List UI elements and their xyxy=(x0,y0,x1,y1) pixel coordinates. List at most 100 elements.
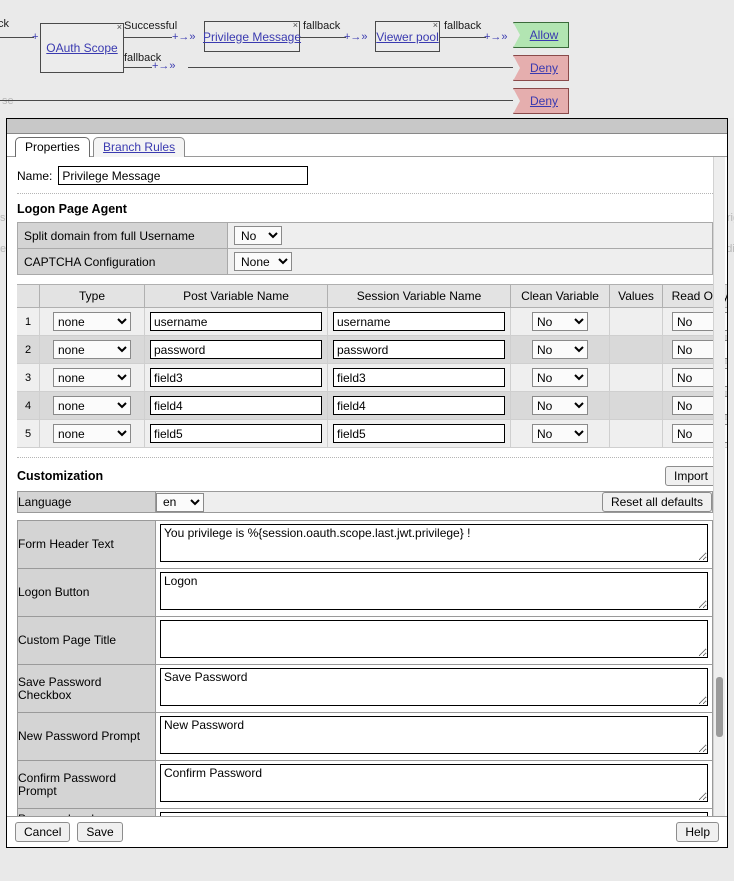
type-select-2[interactable]: none xyxy=(53,368,131,387)
field-label-4: New Password Prompt xyxy=(18,713,156,761)
row-clean-cell-0: No xyxy=(511,308,610,336)
session-variable-input-1[interactable] xyxy=(333,340,505,359)
clean-variable-select-4[interactable]: No xyxy=(532,424,588,443)
customization-language-row: Language en Reset all defaults xyxy=(18,492,713,513)
customization-field-row: Custom Page Title xyxy=(18,617,713,665)
row-type-cell-4: none xyxy=(40,420,145,448)
section-title-customization: Customization xyxy=(17,469,103,483)
help-button[interactable]: Help xyxy=(676,822,719,842)
col-values: Values xyxy=(610,285,663,308)
node-oauth-scope[interactable]: × OAuth Scope xyxy=(40,23,124,73)
plus-icon-1[interactable]: +→» xyxy=(172,32,196,42)
field-textarea-2[interactable] xyxy=(160,620,708,658)
agent-setting-label-1: CAPTCHA Configuration xyxy=(18,249,228,275)
tab-strip: Properties Branch Rules xyxy=(7,134,727,157)
type-select-4[interactable]: none xyxy=(53,424,131,443)
field-label-3: Save Password Checkbox xyxy=(18,665,156,713)
node-label-privilege-message: Privilege Message xyxy=(203,30,301,44)
session-variable-input-2[interactable] xyxy=(333,368,505,387)
agent-setting-row-captcha: CAPTCHA Configuration None xyxy=(18,249,713,275)
post-variable-input-0[interactable] xyxy=(150,312,322,331)
row-index-3: 4 xyxy=(17,392,40,420)
table-row: 2 none No No xyxy=(17,336,727,364)
row-values-cell-3 xyxy=(610,392,663,420)
close-icon-node-1[interactable]: × xyxy=(293,21,298,29)
field-textarea-5[interactable]: Confirm Password xyxy=(160,764,708,802)
row-values-cell-4 xyxy=(610,420,663,448)
post-variable-input-2[interactable] xyxy=(150,368,322,387)
field-value-cell-2 xyxy=(156,617,713,665)
name-row: Name: xyxy=(7,157,727,193)
vertical-scrollbar[interactable] xyxy=(713,157,725,816)
post-variable-input-4[interactable] xyxy=(150,424,322,443)
type-select-1[interactable]: none xyxy=(53,340,131,359)
scrollbar-thumb[interactable] xyxy=(716,677,723,737)
type-select-0[interactable]: none xyxy=(53,312,131,331)
post-variable-input-3[interactable] xyxy=(150,396,322,415)
language-label: Language xyxy=(18,492,156,513)
customization-header: Customization Import xyxy=(7,458,727,491)
session-variable-input-0[interactable] xyxy=(333,312,505,331)
row-session-cell-0 xyxy=(328,308,511,336)
field-value-cell-5: Confirm Password xyxy=(156,761,713,809)
clean-variable-select-0[interactable]: No xyxy=(532,312,588,331)
reset-all-defaults-button[interactable]: Reset all defaults xyxy=(602,492,712,512)
save-button[interactable]: Save xyxy=(77,822,122,842)
wire-fallback-2 xyxy=(440,37,486,38)
close-icon-node-2[interactable]: × xyxy=(433,21,438,29)
node-viewer-pool[interactable]: × Viewer pool xyxy=(375,21,440,52)
session-variable-input-3[interactable] xyxy=(333,396,505,415)
field-value-cell-1: Logon xyxy=(156,569,713,617)
row-index-0: 1 xyxy=(17,308,40,336)
edge-label-fallback-2: fallback xyxy=(444,20,481,32)
customization-fields-table: Form Header Text You privilege is %{sess… xyxy=(17,520,713,816)
plus-icon-3[interactable]: +→» xyxy=(484,32,508,42)
language-select[interactable]: en xyxy=(156,493,204,512)
agent-settings-table: Split domain from full Username No CAPTC… xyxy=(17,222,713,275)
properties-dialog: Properties Branch Rules Name: Logon Page… xyxy=(6,118,728,848)
field-textarea-0[interactable]: You privilege is %{session.oauth.scope.l… xyxy=(160,524,708,562)
row-clean-cell-3: No xyxy=(511,392,610,420)
terminal-deny-1[interactable]: Deny xyxy=(513,55,569,81)
clean-variable-select-2[interactable]: No xyxy=(532,368,588,387)
field-textarea-4[interactable]: New Password xyxy=(160,716,708,754)
terminal-allow[interactable]: Allow xyxy=(513,22,569,48)
captcha-config-select[interactable]: None xyxy=(234,252,292,271)
plus-icon-2[interactable]: +→» xyxy=(344,32,368,42)
field-value-cell-0: You privilege is %{session.oauth.scope.l… xyxy=(156,521,713,569)
session-variable-input-4[interactable] xyxy=(333,424,505,443)
field-value-cell-3: Save Password xyxy=(156,665,713,713)
workflow-canvas: se ck +→» × OAuth Scope Successful +→» f… xyxy=(0,0,734,118)
import-button[interactable]: Import xyxy=(665,466,717,486)
dialog-body: Name: Logon Page Agent Split domain from… xyxy=(7,157,727,816)
field-label-0: Form Header Text xyxy=(18,521,156,569)
clean-variable-select-1[interactable]: No xyxy=(532,340,588,359)
field-value-cell-4: New Password xyxy=(156,713,713,761)
plus-icon-lower[interactable]: +→» xyxy=(152,61,176,71)
node-privilege-message[interactable]: × Privilege Message xyxy=(204,21,300,52)
language-value-cell: en Reset all defaults xyxy=(156,492,713,513)
edge-label-fallback-1: fallback xyxy=(303,20,340,32)
col-session-variable-name: Session Variable Name xyxy=(328,285,511,308)
split-domain-select[interactable]: No xyxy=(234,226,282,245)
tab-properties[interactable]: Properties xyxy=(15,137,90,157)
close-icon-node-0[interactable]: × xyxy=(117,23,122,31)
terminal-label-allow: Allow xyxy=(524,28,559,42)
node-label-viewer-pool: Viewer pool xyxy=(376,30,438,44)
terminal-deny-2[interactable]: Deny xyxy=(513,88,569,114)
post-variable-input-1[interactable] xyxy=(150,340,322,359)
wire-fallback-lower xyxy=(124,67,152,68)
table-row: 4 none No No xyxy=(17,392,727,420)
field-textarea-6[interactable]: Password and confirmation do not match. xyxy=(160,812,708,816)
field-textarea-1[interactable]: Logon xyxy=(160,572,708,610)
type-select-3[interactable]: none xyxy=(53,396,131,415)
customization-field-row: Save Password Checkbox Save Password xyxy=(18,665,713,713)
cancel-button[interactable]: Cancel xyxy=(15,822,70,842)
name-input[interactable] xyxy=(58,166,308,185)
dialog-titlebar[interactable] xyxy=(7,119,727,134)
wire-fallback-to-deny xyxy=(188,67,513,68)
clean-variable-select-3[interactable]: No xyxy=(532,396,588,415)
tab-branch-rules[interactable]: Branch Rules xyxy=(93,137,185,157)
row-post-cell-1 xyxy=(145,336,328,364)
field-textarea-3[interactable]: Save Password xyxy=(160,668,708,706)
